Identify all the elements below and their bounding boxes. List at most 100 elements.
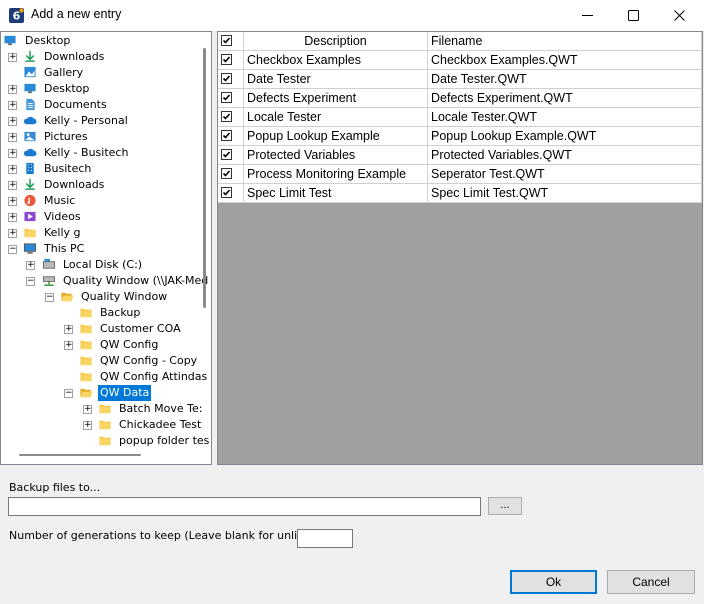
tree-item[interactable]: + Videos bbox=[1, 209, 201, 225]
maximize-button[interactable] bbox=[610, 0, 656, 31]
filename-cell[interactable]: Defects Experiment.QWT bbox=[428, 89, 702, 108]
description-cell[interactable]: Checkbox Examples bbox=[244, 51, 428, 70]
table-row[interactable]: Spec Limit Test Spec Limit Test.QWT bbox=[218, 184, 702, 203]
tree-item[interactable]: + Busitech bbox=[1, 161, 201, 177]
checkbox-cell[interactable] bbox=[218, 184, 244, 203]
filename-cell[interactable]: Date Tester.QWT bbox=[428, 70, 702, 89]
tree-item[interactable]: − This PC bbox=[1, 241, 201, 257]
filename-cell[interactable]: Popup Lookup Example.QWT bbox=[428, 127, 702, 146]
filename-cell[interactable]: Locale Tester.QWT bbox=[428, 108, 702, 127]
description-cell[interactable]: Process Monitoring Example bbox=[244, 165, 428, 184]
filename-cell[interactable]: Seperator Test.QWT bbox=[428, 165, 702, 184]
expander-icon[interactable]: + bbox=[8, 117, 17, 126]
row-checkbox[interactable] bbox=[221, 92, 232, 103]
filename-cell[interactable]: Protected Variables.QWT bbox=[428, 146, 702, 165]
checkbox-cell[interactable] bbox=[218, 89, 244, 108]
tree-item[interactable]: + Chickadee Test bbox=[1, 417, 201, 433]
expander-icon[interactable]: + bbox=[64, 341, 73, 350]
description-cell[interactable]: Locale Tester bbox=[244, 108, 428, 127]
tree-item[interactable]: + Desktop bbox=[1, 81, 201, 97]
tree-item[interactable]: − QW Data bbox=[1, 385, 201, 401]
browse-button[interactable]: ... bbox=[488, 497, 522, 515]
expander-icon[interactable]: + bbox=[8, 149, 17, 158]
expander-icon[interactable]: + bbox=[8, 213, 17, 222]
header-checkbox-cell[interactable] bbox=[218, 32, 244, 51]
expander-icon[interactable]: + bbox=[64, 325, 73, 334]
checkbox-cell[interactable] bbox=[218, 146, 244, 165]
expander-icon[interactable]: − bbox=[8, 245, 17, 254]
tree-vertical-scrollbar[interactable] bbox=[203, 48, 206, 308]
description-header[interactable]: Description bbox=[244, 32, 428, 51]
expander-icon[interactable]: + bbox=[8, 197, 17, 206]
tree-item[interactable]: + Customer COA bbox=[1, 321, 201, 337]
expander-icon[interactable]: + bbox=[8, 53, 17, 62]
row-checkbox[interactable] bbox=[221, 73, 232, 84]
expander-icon[interactable]: + bbox=[8, 165, 17, 174]
table-row[interactable]: Date Tester Date Tester.QWT bbox=[218, 70, 702, 89]
expander-icon[interactable]: + bbox=[8, 101, 17, 110]
template-grid[interactable]: Description Filename Checkbox Examples Ch… bbox=[217, 31, 703, 465]
tree-item[interactable]: + Documents bbox=[1, 97, 201, 113]
tree-horizontal-scrollbar[interactable] bbox=[19, 454, 141, 456]
expander-icon[interactable]: − bbox=[45, 293, 54, 302]
tree-item[interactable]: + Pictures bbox=[1, 129, 201, 145]
expander-icon[interactable]: + bbox=[8, 181, 17, 190]
tree-item[interactable]: + Kelly - Personal bbox=[1, 113, 201, 129]
checkbox-cell[interactable] bbox=[218, 165, 244, 184]
folder-tree[interactable]: Desktop + Downloads Gallery + Desktop + Documen… bbox=[0, 31, 212, 465]
expander-icon[interactable]: + bbox=[26, 261, 35, 270]
row-checkbox[interactable] bbox=[221, 130, 232, 141]
row-checkbox[interactable] bbox=[221, 187, 232, 198]
tree-item[interactable]: Gallery bbox=[1, 65, 201, 81]
description-cell[interactable]: Popup Lookup Example bbox=[244, 127, 428, 146]
row-checkbox[interactable] bbox=[221, 168, 232, 179]
tree-item[interactable]: − Quality Window (\\JAK-Med bbox=[1, 273, 208, 289]
tree-item[interactable]: + QW Config bbox=[1, 337, 201, 353]
tree-item[interactable]: + Kelly - Busitech bbox=[1, 145, 201, 161]
expander-icon[interactable]: − bbox=[64, 389, 73, 398]
filename-cell[interactable]: Spec Limit Test.QWT bbox=[428, 184, 702, 203]
description-cell[interactable]: Defects Experiment bbox=[244, 89, 428, 108]
checkbox-cell[interactable] bbox=[218, 70, 244, 89]
table-row[interactable]: Checkbox Examples Checkbox Examples.QWT bbox=[218, 51, 702, 70]
checkbox-cell[interactable] bbox=[218, 51, 244, 70]
table-row[interactable]: Locale Tester Locale Tester.QWT bbox=[218, 108, 702, 127]
expander-icon[interactable]: − bbox=[26, 277, 35, 286]
description-cell[interactable]: Protected Variables bbox=[244, 146, 428, 165]
checkbox-cell[interactable] bbox=[218, 108, 244, 127]
tree-item[interactable]: + Batch Move Te: bbox=[1, 401, 202, 417]
tree-item[interactable]: − Quality Window bbox=[1, 289, 201, 305]
tree-item[interactable]: Desktop bbox=[1, 33, 201, 49]
tree-item[interactable]: Backup bbox=[1, 305, 201, 321]
expander-icon[interactable]: + bbox=[8, 133, 17, 142]
expander-icon[interactable]: + bbox=[83, 421, 92, 430]
checkbox-cell[interactable] bbox=[218, 127, 244, 146]
tree-item[interactable]: + Downloads bbox=[1, 49, 201, 65]
tree-item[interactable]: QW Config - Copy bbox=[1, 353, 201, 369]
table-row[interactable]: Process Monitoring Example Seperator Test… bbox=[218, 165, 702, 184]
tree-item[interactable]: + Music bbox=[1, 193, 201, 209]
filename-header[interactable]: Filename bbox=[428, 32, 702, 51]
filename-cell[interactable]: Checkbox Examples.QWT bbox=[428, 51, 702, 70]
backup-path-input[interactable] bbox=[8, 497, 481, 516]
row-checkbox[interactable] bbox=[221, 111, 232, 122]
close-button[interactable] bbox=[656, 0, 702, 31]
row-checkbox[interactable] bbox=[221, 54, 232, 65]
ok-button[interactable]: Ok bbox=[510, 570, 597, 594]
table-row[interactable]: Popup Lookup Example Popup Lookup Example… bbox=[218, 127, 702, 146]
tree-item[interactable]: + Local Disk (C:) bbox=[1, 257, 201, 273]
description-cell[interactable]: Date Tester bbox=[244, 70, 428, 89]
tree-item[interactable]: + Downloads bbox=[1, 177, 201, 193]
minimize-button[interactable] bbox=[564, 0, 610, 31]
row-checkbox[interactable] bbox=[221, 149, 232, 160]
select-all-checkbox[interactable] bbox=[221, 35, 232, 46]
expander-icon[interactable]: + bbox=[8, 229, 17, 238]
tree-item[interactable]: popup folder tes bbox=[1, 433, 209, 449]
cancel-button[interactable]: Cancel bbox=[607, 570, 695, 594]
expander-icon[interactable]: + bbox=[8, 85, 17, 94]
description-cell[interactable]: Spec Limit Test bbox=[244, 184, 428, 203]
tree-item[interactable]: QW Config Attindas bbox=[1, 369, 207, 385]
table-row[interactable]: Defects Experiment Defects Experiment.QWT bbox=[218, 89, 702, 108]
generations-input[interactable] bbox=[297, 529, 353, 548]
table-row[interactable]: Protected Variables Protected Variables.Q… bbox=[218, 146, 702, 165]
